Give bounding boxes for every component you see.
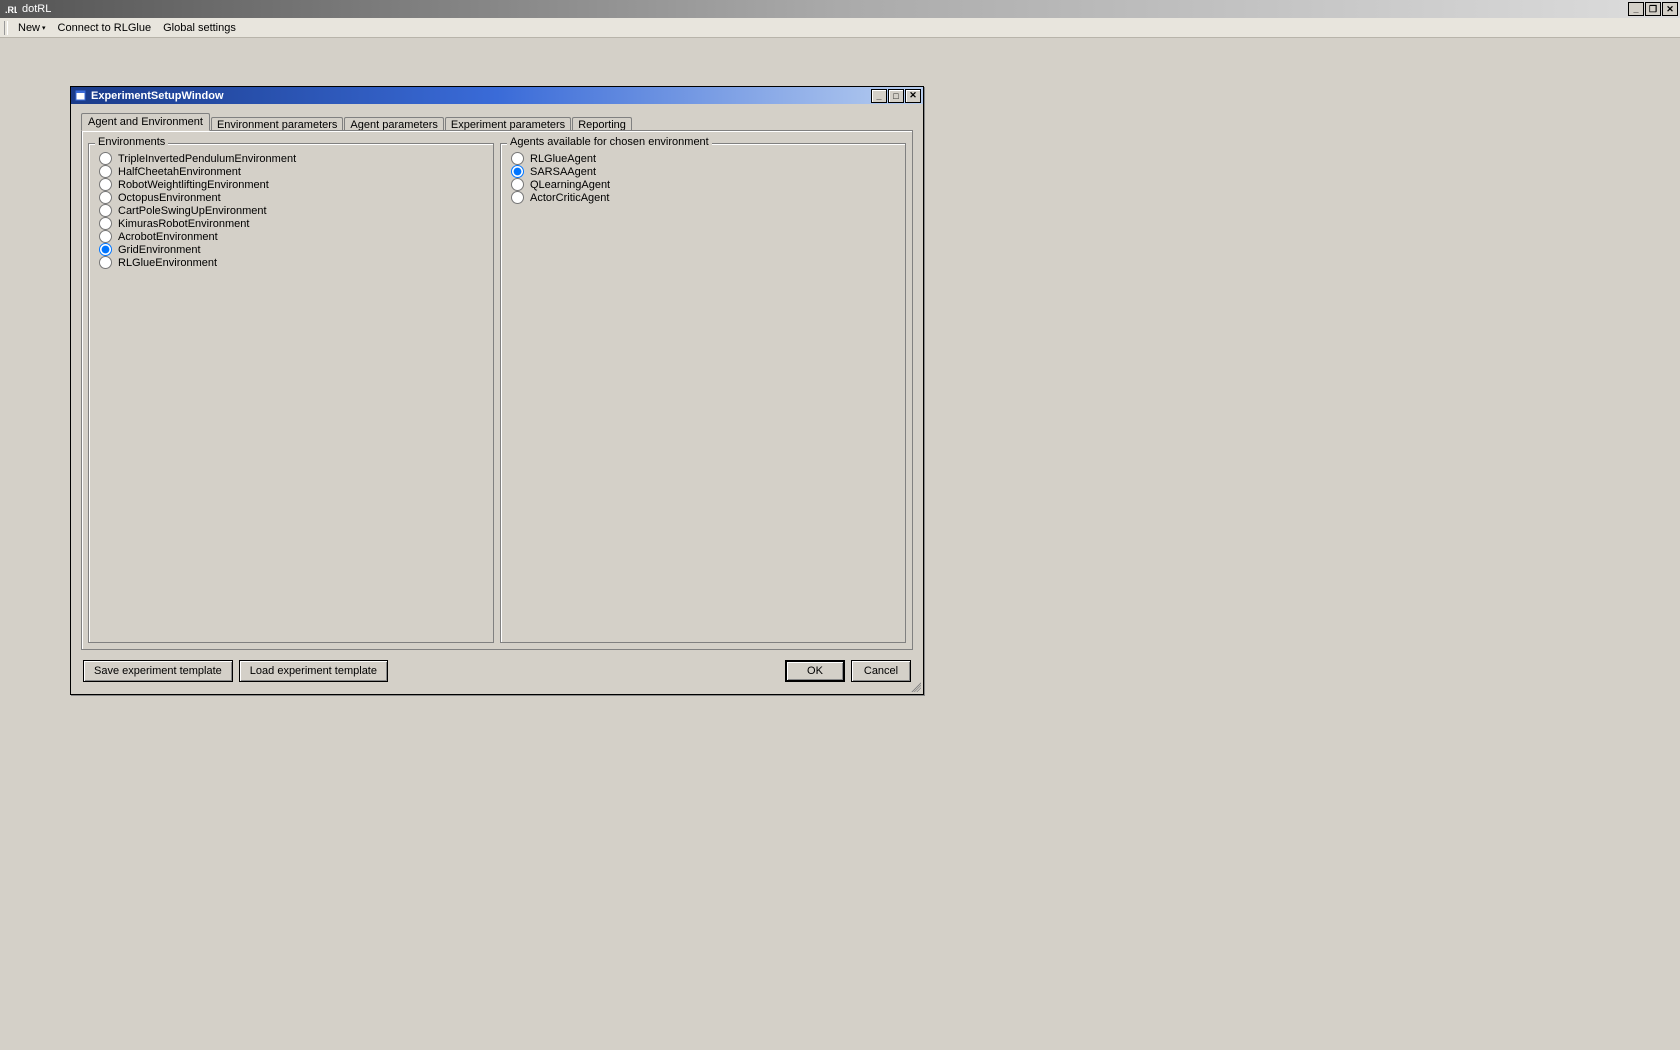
environment-radio[interactable] [99,191,112,204]
tab-label: Agent and Environment [88,116,203,128]
agent-radio[interactable] [511,191,524,204]
environment-item[interactable]: RLGlueEnvironment [99,256,483,269]
agent-radio[interactable] [511,152,524,165]
environment-radio[interactable] [99,217,112,230]
agent-radio[interactable] [511,178,524,191]
tab-panel-agent-environment: Environments TripleInvertedPendulumEnvir… [81,130,913,650]
environment-label: GridEnvironment [118,244,201,256]
environment-radio[interactable] [99,243,112,256]
menubar: New ▾ Connect to RLGlue Global settings [0,18,1680,38]
main-minimize-button[interactable]: _ [1628,2,1644,16]
dropdown-caret-icon: ▾ [42,24,46,32]
environment-label: KimurasRobotEnvironment [118,218,249,230]
menu-global-label: Global settings [163,22,236,34]
agent-label: QLearningAgent [530,179,610,191]
environment-radio[interactable] [99,152,112,165]
app-icon: .RL [4,2,18,16]
environment-radio[interactable] [99,178,112,191]
child-maximize-button[interactable]: □ [888,89,904,103]
tab-agent-environment[interactable]: Agent and Environment [81,113,210,131]
agents-legend: Agents available for chosen environment [507,136,712,148]
environment-item[interactable]: AcrobotEnvironment [99,230,483,243]
environment-radio[interactable] [99,165,112,178]
svg-text:.RL: .RL [5,5,17,15]
app-title: dotRL [22,3,51,15]
agents-groupbox: Agents available for chosen environment … [500,143,906,643]
ok-button[interactable]: OK [785,660,845,682]
cancel-button[interactable]: Cancel [851,660,911,682]
button-label: Load experiment template [250,665,377,677]
button-label: OK [807,665,823,677]
environments-legend: Environments [95,136,168,148]
environment-item[interactable]: GridEnvironment [99,243,483,256]
agents-radio-list: RLGlueAgentSARSAAgentQLearningAgentActor… [511,152,895,204]
agent-label: SARSAAgent [530,166,596,178]
menu-new-label: New [18,22,40,34]
environment-radio[interactable] [99,204,112,217]
main-titlebar: .RL dotRL _ ❐ ✕ [0,0,1680,18]
button-label: Cancel [864,665,898,677]
menu-connect-rlglue[interactable]: Connect to RLGlue [52,20,158,36]
menu-connect-label: Connect to RLGlue [58,22,152,34]
environment-item[interactable]: RobotWeightliftingEnvironment [99,178,483,191]
environments-groupbox: Environments TripleInvertedPendulumEnvir… [88,143,494,643]
main-close-button[interactable]: ✕ [1662,2,1678,16]
agent-item[interactable]: RLGlueAgent [511,152,895,165]
agent-label: ActorCriticAgent [530,192,609,204]
child-close-button[interactable]: ✕ [905,89,921,103]
agent-label: RLGlueAgent [530,153,596,165]
bottom-button-bar: Save experiment template Load experiment… [81,650,913,684]
child-minimize-button[interactable]: _ [871,89,887,103]
agent-item[interactable]: SARSAAgent [511,165,895,178]
tab-strip: Agent and Environment Environment parame… [81,110,913,130]
toolbar-grip [4,21,8,35]
main-maximize-button[interactable]: ❐ [1645,2,1661,16]
environment-label: RLGlueEnvironment [118,257,217,269]
environment-item[interactable]: OctopusEnvironment [99,191,483,204]
button-label: Save experiment template [94,665,222,677]
environment-label: TripleInvertedPendulumEnvironment [118,153,296,165]
environment-label: HalfCheetahEnvironment [118,166,241,178]
environment-label: RobotWeightliftingEnvironment [118,179,269,191]
resize-grip-icon[interactable] [909,680,921,692]
environment-radio[interactable] [99,256,112,269]
menu-global-settings[interactable]: Global settings [157,20,242,36]
environment-radio[interactable] [99,230,112,243]
environment-label: OctopusEnvironment [118,192,221,204]
agent-radio[interactable] [511,165,524,178]
load-template-button[interactable]: Load experiment template [239,660,388,682]
environment-label: AcrobotEnvironment [118,231,218,243]
environment-item[interactable]: CartPoleSwingUpEnvironment [99,204,483,217]
agent-item[interactable]: ActorCriticAgent [511,191,895,204]
environment-label: CartPoleSwingUpEnvironment [118,205,267,217]
environment-item[interactable]: KimurasRobotEnvironment [99,217,483,230]
environment-item[interactable]: HalfCheetahEnvironment [99,165,483,178]
child-window-title: ExperimentSetupWindow [91,90,224,102]
experiment-setup-window: ExperimentSetupWindow _ □ ✕ Agent and En… [70,86,924,695]
environment-item[interactable]: TripleInvertedPendulumEnvironment [99,152,483,165]
save-template-button[interactable]: Save experiment template [83,660,233,682]
child-window-icon [75,90,87,102]
environments-radio-list: TripleInvertedPendulumEnvironmentHalfChe… [99,152,483,269]
child-titlebar[interactable]: ExperimentSetupWindow _ □ ✕ [71,87,923,104]
mdi-client-area: ExperimentSetupWindow _ □ ✕ Agent and En… [0,38,1680,1050]
menu-new[interactable]: New ▾ [12,20,52,36]
agent-item[interactable]: QLearningAgent [511,178,895,191]
